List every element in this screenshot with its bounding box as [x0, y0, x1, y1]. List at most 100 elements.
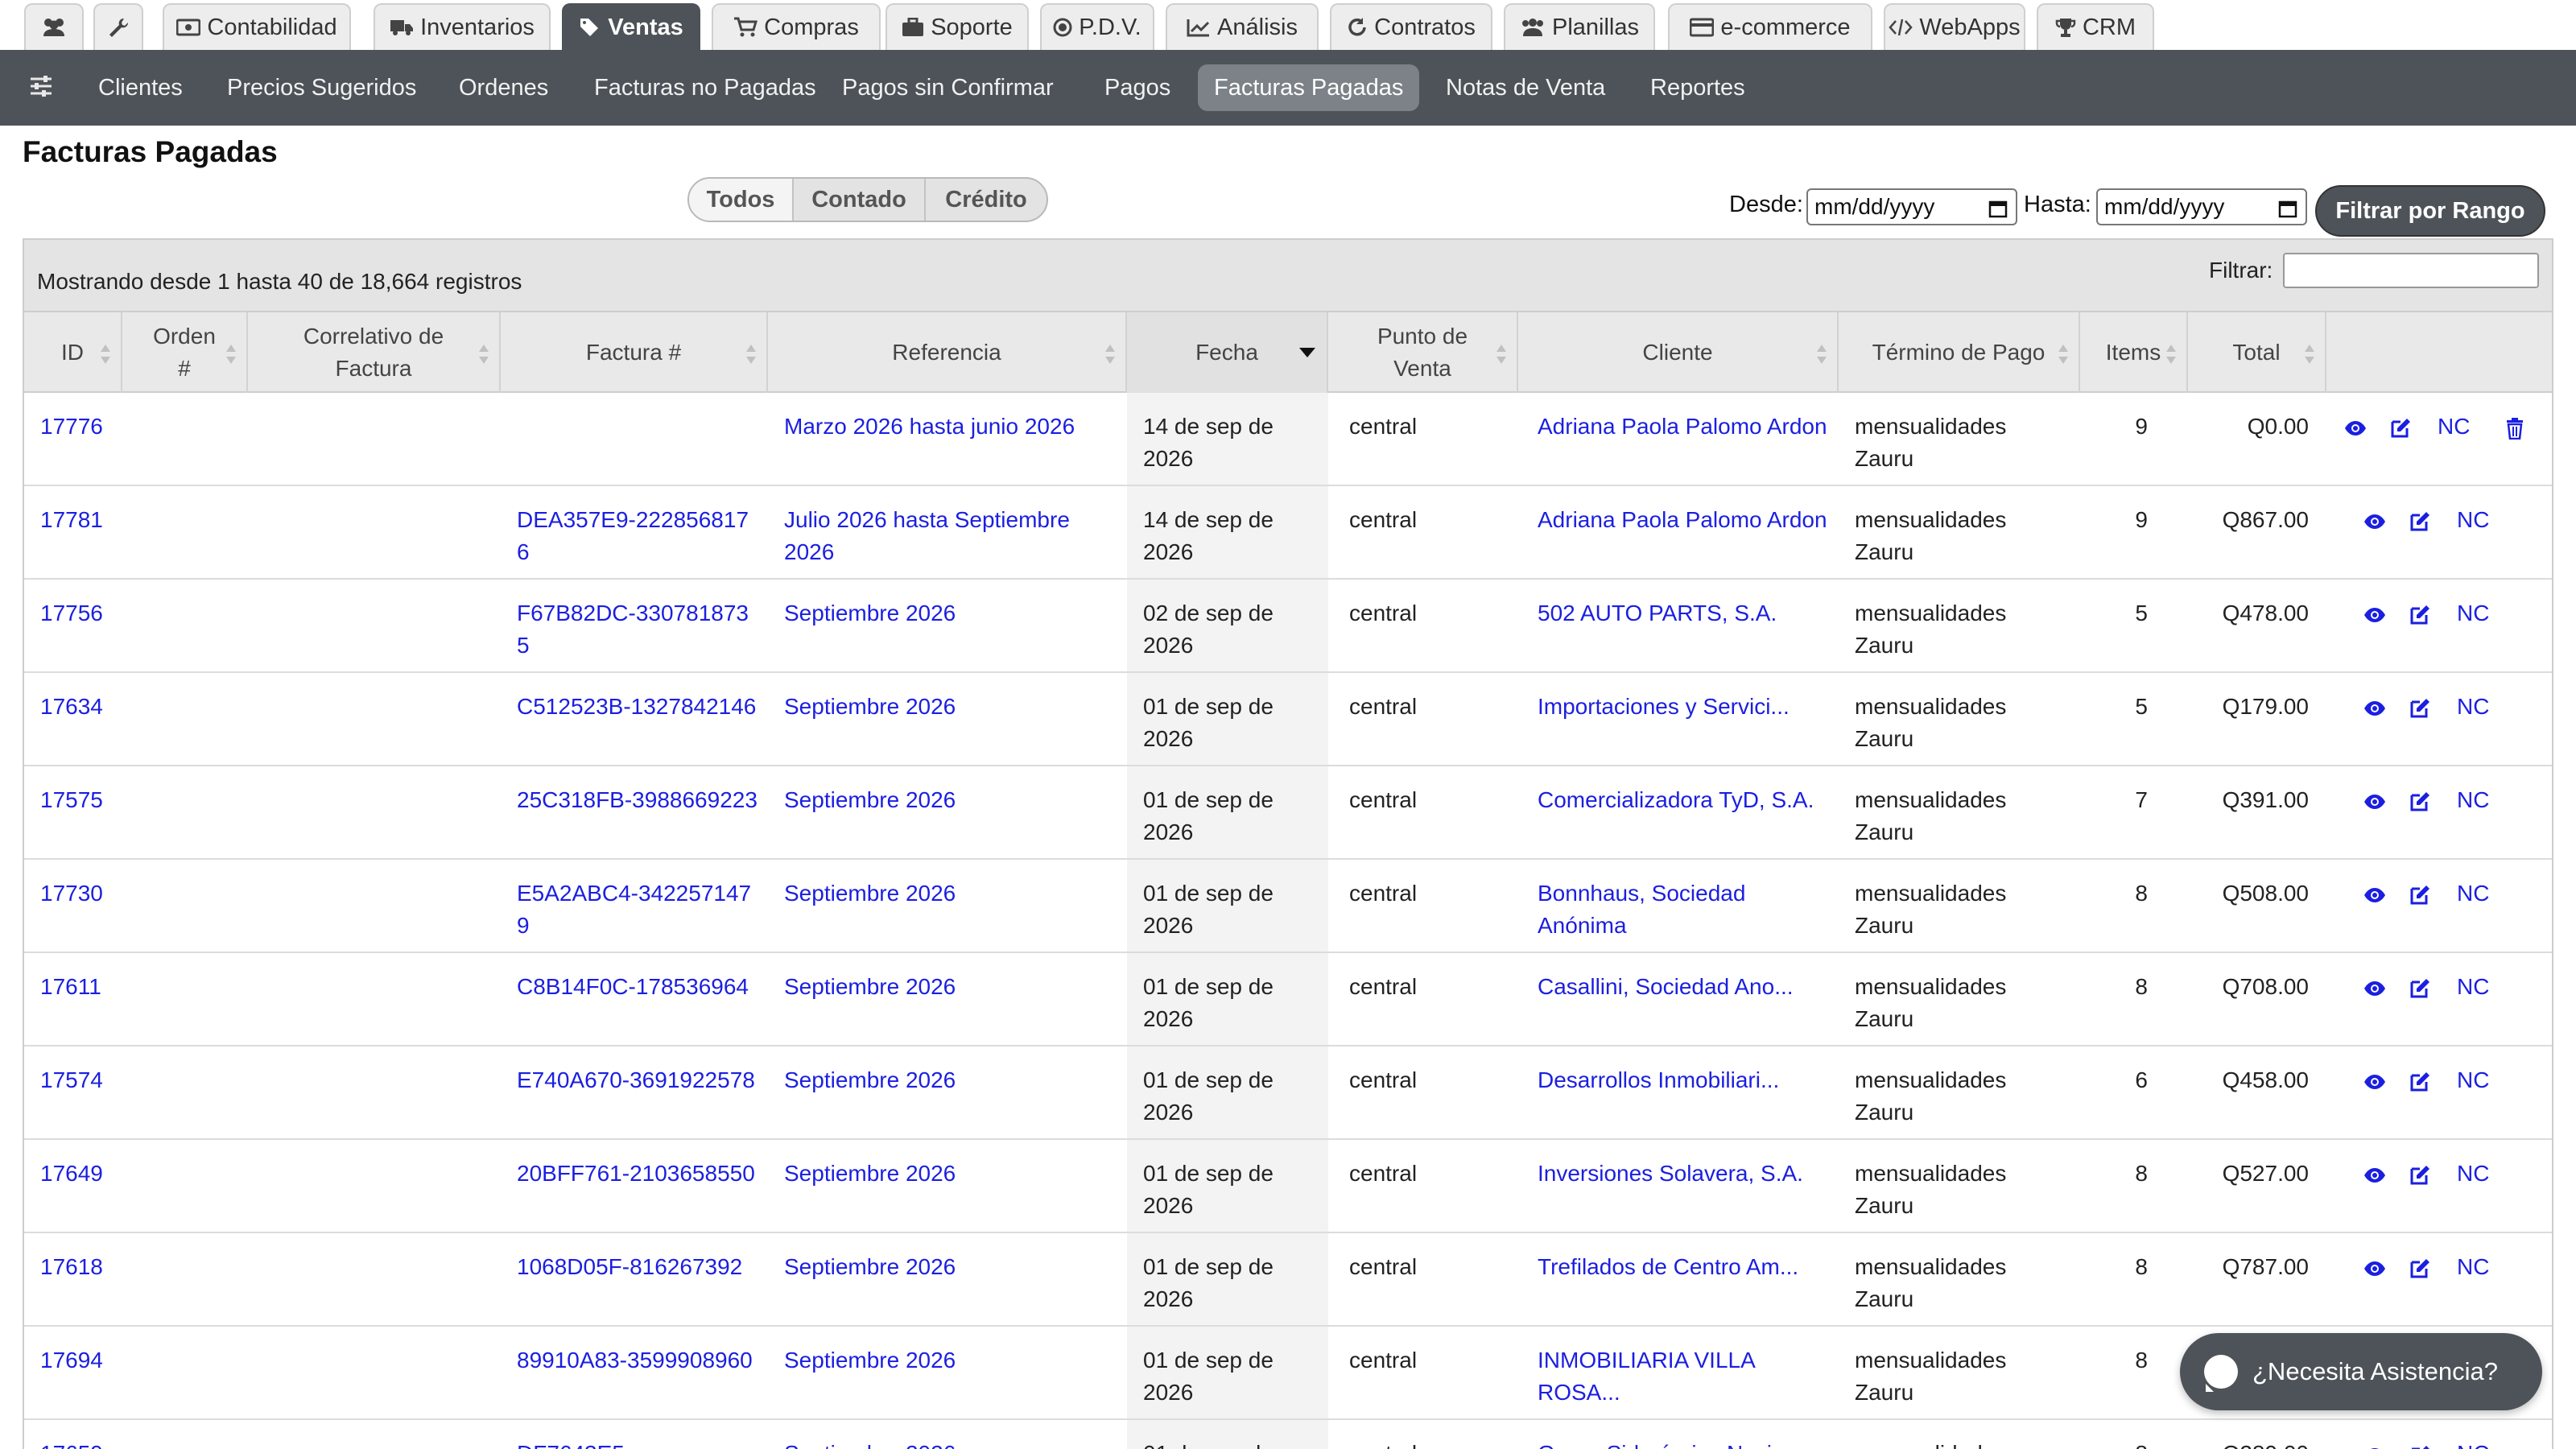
invoice-id-link[interactable]: 17730	[40, 877, 121, 910]
credit-note-link[interactable]: NC	[2457, 1251, 2489, 1283]
subnav-item-pagos[interactable]: Pagos	[1088, 64, 1187, 111]
invoice-id-link[interactable]: 17776	[40, 411, 121, 443]
module-tab-ventas[interactable]: Ventas	[562, 3, 700, 50]
edit-icon[interactable]	[2407, 789, 2433, 815]
client-link[interactable]: Casallini, Sociedad Ano...	[1538, 971, 1835, 1003]
reference-link[interactable]: Septiembre 2026	[784, 1251, 1122, 1283]
module-tab-an-lisis[interactable]: Análisis	[1166, 3, 1319, 50]
invoice-id-link[interactable]: 17575	[40, 784, 121, 816]
edit-icon[interactable]	[2407, 602, 2433, 628]
hasta-date-input[interactable]: mm/dd/yyyy	[2096, 188, 2307, 225]
invoice-number-link[interactable]: C8B14F0C-178536964	[517, 971, 758, 1003]
invoice-id-link[interactable]: 17756	[40, 597, 121, 630]
invoice-id-link[interactable]: 17649	[40, 1158, 121, 1190]
eye-icon[interactable]	[2362, 976, 2388, 1001]
reference-link[interactable]: Marzo 2026 hasta junio 2026	[784, 411, 1122, 443]
edit-icon[interactable]	[2407, 1443, 2433, 1449]
client-link[interactable]: 502 AUTO PARTS, S.A.	[1538, 597, 1835, 630]
column-header-punto-de-venta[interactable]: Punto de Venta	[1328, 312, 1518, 393]
client-link[interactable]: Adriana Paola Palomo Ardon	[1538, 504, 1835, 536]
table-row[interactable]: 17611 C8B14F0C-178536964 Septiembre 2026 01…	[24, 953, 2552, 1046]
column-header-total[interactable]: Total	[2188, 312, 2326, 393]
reference-link[interactable]: Septiembre 2026	[784, 597, 1122, 630]
filter-range-button[interactable]: Filtrar por Rango	[2315, 185, 2545, 237]
reference-link[interactable]: Septiembre 2026	[784, 1344, 1122, 1377]
credit-note-link[interactable]: NC	[2457, 1064, 2489, 1096]
reference-link[interactable]: Septiembre 2026	[784, 877, 1122, 910]
edit-icon[interactable]	[2407, 696, 2433, 721]
subnav-item-clientes[interactable]: Clientes	[82, 64, 199, 111]
client-link[interactable]: Inversiones Solavera, S.A.	[1538, 1158, 1835, 1190]
subnav-item-ordenes[interactable]: Ordenes	[443, 64, 564, 111]
credit-note-link[interactable]: NC	[2457, 1438, 2489, 1449]
subnav-item-precios-sugeridos[interactable]: Precios Sugeridos	[211, 64, 432, 111]
table-row[interactable]: 17730 E5A2ABC4-3422571479 Septiembre 2026 0…	[24, 860, 2552, 953]
edit-icon[interactable]	[2407, 1069, 2433, 1095]
reference-link[interactable]: Septiembre 2026	[784, 1158, 1122, 1190]
column-header-cliente[interactable]: Cliente	[1518, 312, 1839, 393]
module-tab-contratos[interactable]: Contratos	[1330, 3, 1492, 50]
eye-icon[interactable]	[2362, 509, 2388, 535]
client-link[interactable]: Grupo Siderúrgico Nacio...	[1538, 1438, 1835, 1449]
module-tab-inventarios[interactable]: Inventarios	[374, 3, 551, 50]
column-header-t-rmino-de-pago[interactable]: Término de Pago	[1839, 312, 2080, 393]
eye-icon[interactable]	[2362, 882, 2388, 908]
invoice-number-link[interactable]: 89910A83-3599908960	[517, 1344, 758, 1377]
invoice-id-link[interactable]: 17781	[40, 504, 121, 536]
edit-icon[interactable]	[2407, 976, 2433, 1001]
table-row[interactable]: 17649 20BFF761-2103658550 Septiembre 2026 0…	[24, 1140, 2552, 1233]
invoice-id-link[interactable]: 17659	[40, 1438, 121, 1449]
table-row[interactable]: 17694 89910A83-3599908960 Septiembre 2026 0…	[24, 1327, 2552, 1420]
module-tab-users[interactable]	[24, 3, 84, 50]
filter-todos-button[interactable]: Todos	[689, 179, 794, 221]
subnav-item-facturas-no-pagadas[interactable]: Facturas no Pagadas	[578, 64, 832, 111]
invoice-number-link[interactable]: E740A670-3691922578	[517, 1064, 758, 1096]
client-link[interactable]: Trefilados de Centro Am...	[1538, 1251, 1835, 1283]
module-tab-webapps[interactable]: WebApps	[1884, 3, 2025, 50]
eye-icon[interactable]	[2362, 696, 2388, 721]
subnav-item-facturas-pagadas[interactable]: Facturas Pagadas	[1198, 64, 1420, 111]
edit-icon[interactable]	[2407, 882, 2433, 908]
eye-icon[interactable]	[2362, 1256, 2388, 1282]
invoice-number-link[interactable]: E5A2ABC4-3422571479	[517, 877, 758, 942]
column-header-orden[interactable]: Orden #	[122, 312, 248, 393]
column-header-fecha[interactable]: Fecha	[1127, 312, 1328, 393]
assistance-chat-button[interactable]: ¿Necesita Asistencia?	[2180, 1333, 2542, 1410]
reference-link[interactable]: Septiembre 2026	[784, 971, 1122, 1003]
invoice-number-link[interactable]: C512523B-1327842146	[517, 691, 758, 723]
reference-link[interactable]: Septiembre 2026	[784, 1438, 1122, 1449]
calendar-icon[interactable]	[1988, 198, 2008, 218]
table-row[interactable]: 17776 Marzo 2026 hasta junio 2026 14 de se…	[24, 393, 2552, 486]
eye-icon[interactable]	[2362, 602, 2388, 628]
module-tab-wrench[interactable]	[93, 3, 143, 50]
table-filter-input[interactable]	[2283, 253, 2539, 288]
invoice-id-link[interactable]: 17618	[40, 1251, 121, 1283]
eye-icon[interactable]	[2362, 789, 2388, 815]
credit-note-link[interactable]: NC	[2457, 971, 2489, 1003]
edit-icon[interactable]	[2407, 1162, 2433, 1188]
reference-link[interactable]: Septiembre 2026	[784, 691, 1122, 723]
module-tab-crm[interactable]: CRM	[2037, 3, 2154, 50]
invoice-number-link[interactable]: 25C318FB-3988669223	[517, 784, 758, 816]
edit-icon[interactable]	[2388, 415, 2413, 441]
subnav-item-reportes[interactable]: Reportes	[1634, 64, 1761, 111]
credit-note-link[interactable]: NC	[2457, 1158, 2489, 1190]
table-row[interactable]: 17574 E740A670-3691922578 Septiembre 2026 0…	[24, 1046, 2552, 1140]
module-tab-p-d-v[interactable]: P.D.V.	[1040, 3, 1154, 50]
client-link[interactable]: INMOBILIARIA VILLA ROSA...	[1538, 1344, 1835, 1409]
subnav-item-notas-de-venta[interactable]: Notas de Venta	[1430, 64, 1621, 111]
filter-contado-button[interactable]: Contado	[794, 179, 926, 221]
credit-note-link[interactable]: NC	[2438, 411, 2470, 443]
client-link[interactable]: Bonnhaus, Sociedad Anónima	[1538, 877, 1835, 942]
reference-link[interactable]: Septiembre 2026	[784, 1064, 1122, 1096]
edit-icon[interactable]	[2407, 509, 2433, 535]
invoice-number-link[interactable]: F67B82DC-3307818735	[517, 597, 758, 662]
client-link[interactable]: Adriana Paola Palomo Ardon	[1538, 411, 1835, 443]
filter-credito-button[interactable]: Crédito	[926, 179, 1046, 221]
calendar-icon[interactable]	[2278, 198, 2297, 218]
module-tab-soporte[interactable]: Soporte	[886, 3, 1029, 50]
credit-note-link[interactable]: NC	[2457, 504, 2489, 536]
invoice-number-link[interactable]: DF7643E5-	[517, 1438, 758, 1449]
reference-link[interactable]: Septiembre 2026	[784, 784, 1122, 816]
eye-icon[interactable]	[2362, 1069, 2388, 1095]
